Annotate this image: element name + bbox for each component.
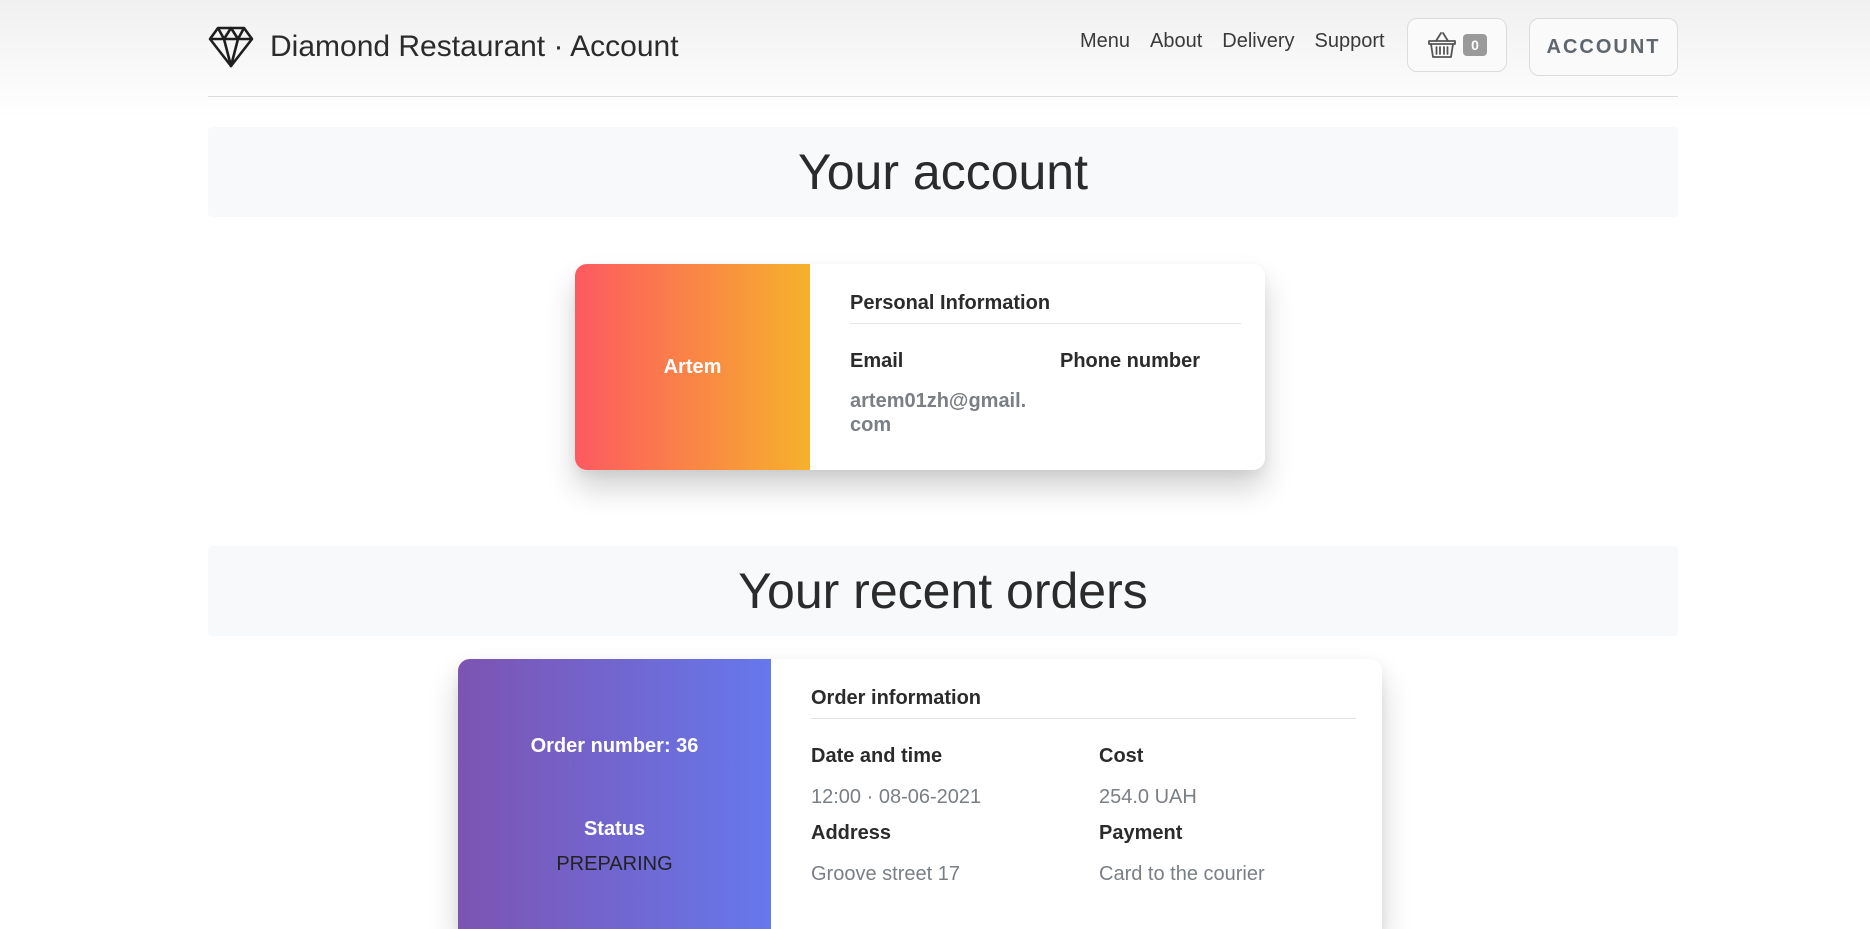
cart-count-badge: 0 (1463, 34, 1487, 56)
nav-link-delivery[interactable]: Delivery (1222, 30, 1294, 53)
diamond-icon (208, 26, 254, 68)
nav-link-support[interactable]: Support (1315, 30, 1385, 53)
personal-info-heading: Personal Information (850, 292, 1241, 324)
user-name: Artem (663, 355, 722, 378)
phone-label: Phone number (1060, 350, 1201, 372)
account-card: Artem Personal Information Email artem01… (575, 264, 1265, 470)
orders-section-title: Your recent orders (208, 546, 1678, 636)
nav-link-about[interactable]: About (1150, 30, 1202, 53)
order-status-label: Status (583, 818, 646, 840)
cart-button[interactable]: 0 (1407, 18, 1507, 72)
order-card-body: Order information Date and time 12:00 · … (771, 659, 1382, 929)
basket-icon (1428, 32, 1456, 58)
email-label: Email (850, 350, 904, 372)
address-label: Address (811, 822, 892, 844)
cost-label: Cost (1099, 745, 1144, 767)
order-card: Order number: 36 Status PREPARING Order … (458, 659, 1382, 929)
order-info-heading: Order information (811, 687, 1356, 719)
order-card-side: Order number: 36 Status PREPARING (458, 659, 771, 929)
payment-label: Payment (1099, 822, 1183, 844)
email-value: artem01zh@gmail.com (850, 390, 1027, 436)
brand[interactable]: Diamond Restaurant · Account (208, 24, 679, 70)
account-section-title: Your account (208, 127, 1678, 217)
account-button[interactable]: ACCOUNT (1529, 18, 1678, 76)
order-number: Order number: 36 (530, 735, 699, 757)
nav-link-menu[interactable]: Menu (1080, 30, 1130, 53)
datetime-label: Date and time (811, 745, 943, 767)
top-navbar: Diamond Restaurant · Account Menu About … (208, 0, 1678, 97)
datetime-value: 12:00 · 08-06-2021 (811, 786, 982, 808)
brand-title: Diamond Restaurant · Account (270, 30, 679, 63)
order-status-value: PREPARING (556, 853, 673, 875)
account-card-side: Artem (575, 264, 810, 470)
account-card-body: Personal Information Email artem01zh@gma… (810, 264, 1265, 470)
nav-links: Menu About Delivery Support (1080, 30, 1385, 53)
cost-value: 254.0 UAH (1099, 786, 1197, 808)
address-value: Groove street 17 (811, 863, 960, 885)
payment-value: Card to the courier (1099, 863, 1265, 885)
